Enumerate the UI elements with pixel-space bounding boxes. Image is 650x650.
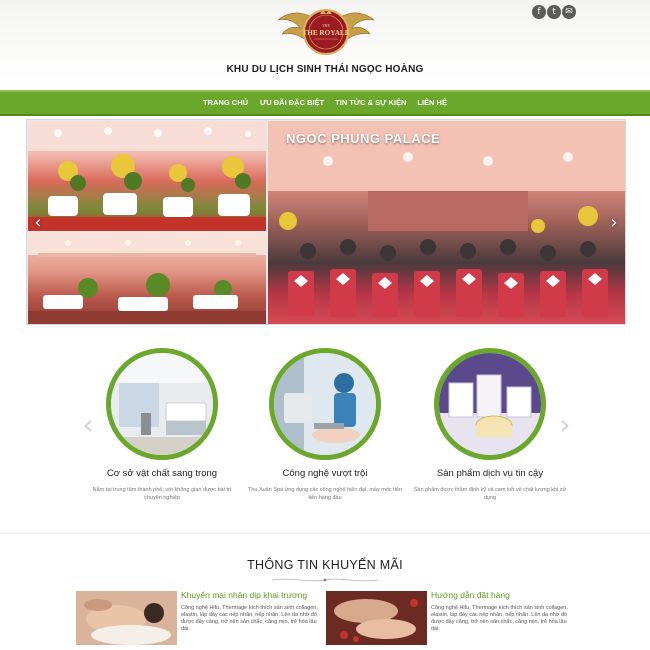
feature-title: Công nghệ vượt trội — [282, 468, 368, 479]
email-icon[interactable]: ✉ — [562, 5, 576, 19]
promo-text: Khuyến mại nhân dịp khai trương Công ngh… — [181, 590, 326, 633]
promo-card[interactable]: Hướng dẫn đặt hàng Công nghệ Hifu, Therm… — [326, 590, 574, 645]
promo-heading[interactable]: Khuyến mại nhân dịp khai trương — [181, 590, 326, 601]
ngoc-phung-palace-photo: NGOC PHUNG PALACE — [268, 121, 625, 324]
feature-photo-facility — [106, 348, 218, 460]
promo-card[interactable]: Khuyến mại nhân dịp khai trương Công ngh… — [76, 590, 324, 645]
logo-text: THE ROYALE — [302, 29, 349, 37]
feature-title: Sản phẩm dịch vụ tin cậy — [436, 468, 544, 479]
the-royale-logo[interactable]: THE THE ROYALE — [276, 2, 376, 62]
nav-item-news-events[interactable]: TIN TỨC & SỰ KIỆN — [335, 92, 406, 114]
slider-prev-arrow-icon[interactable]: ‹ — [31, 212, 45, 234]
features-carousel: ‹ › Cơ sở vật chất sang trọng Nằm tại tr… — [0, 330, 650, 520]
hero-slider[interactable]: NGOC PHUNG PALACE ‹ › — [26, 119, 626, 325]
feature-description: Sản phẩm được thẩm định kỹ và cam kết về… — [413, 487, 567, 501]
feature-item[interactable]: Sản phẩm dịch vụ tin cậy Sản phẩm được t… — [410, 348, 570, 502]
slider-next-arrow-icon[interactable]: › — [607, 212, 621, 234]
site-header: THE THE ROYALE KHU DU LỊCH SINH THÁI NGỌ… — [0, 0, 650, 90]
feature-item[interactable]: Cơ sở vật chất sang trọng Nằm tại trung … — [82, 348, 242, 502]
site-title: KHU DU LỊCH SINH THÁI NGỌC HOÀNG — [226, 64, 424, 75]
promo-body: Công nghệ Hifu, Thermage kích thích sản … — [181, 605, 318, 632]
feature-photo-technology — [269, 348, 381, 460]
promo-body: Công nghệ Hifu, Thermage kích thích sản … — [431, 605, 568, 632]
feature-description: Nằm tại trung tâm thành phố, với không g… — [92, 487, 232, 501]
feature-description: Thu Xuân Spa ứng dụng các công nghệ hiện… — [247, 487, 403, 501]
page: THE THE ROYALE KHU DU LỊCH SINH THÁI NGỌ… — [0, 0, 650, 650]
nav-item-home[interactable]: TRANG CHỦ — [203, 92, 248, 114]
main-nav: TRANG CHỦ ƯU ĐÃI ĐẶC BIỆT TIN TỨC & SỰ K… — [0, 90, 650, 116]
feature-photo-products — [434, 348, 546, 460]
twitter-icon[interactable]: t — [547, 5, 561, 19]
slider-caption: NGOC PHUNG PALACE — [286, 131, 441, 146]
logo-subtext: THE — [322, 23, 330, 28]
facebook-icon[interactable]: f — [532, 5, 546, 19]
banquet-hall-photo — [28, 121, 266, 231]
section-divider — [0, 533, 650, 534]
promo-text: Hướng dẫn đặt hàng Công nghệ Hifu, Therm… — [431, 590, 576, 633]
promo-section-title: THÔNG TIN KHUYẾN MÃI — [247, 558, 403, 572]
promo-heading[interactable]: Hướng dẫn đặt hàng — [431, 590, 576, 601]
feature-title: Cơ sở vật chất sang trọng — [106, 468, 218, 479]
nav-item-special-offers[interactable]: ƯU ĐÃI ĐẶC BIỆT — [260, 92, 324, 114]
promo-image-spa-hands — [326, 591, 427, 645]
feature-item[interactable]: Công nghệ vượt trội Thu Xuân Spa ứng dụn… — [245, 348, 405, 502]
nav-menu: TRANG CHỦ ƯU ĐÃI ĐẶC BIỆT TIN TỨC & SỰ K… — [0, 92, 650, 114]
nav-item-contact[interactable]: LIÊN HỆ — [417, 92, 447, 114]
dining-room-photo — [28, 233, 266, 324]
ornament-divider-icon — [271, 578, 379, 582]
promo-image-massage — [76, 591, 177, 645]
